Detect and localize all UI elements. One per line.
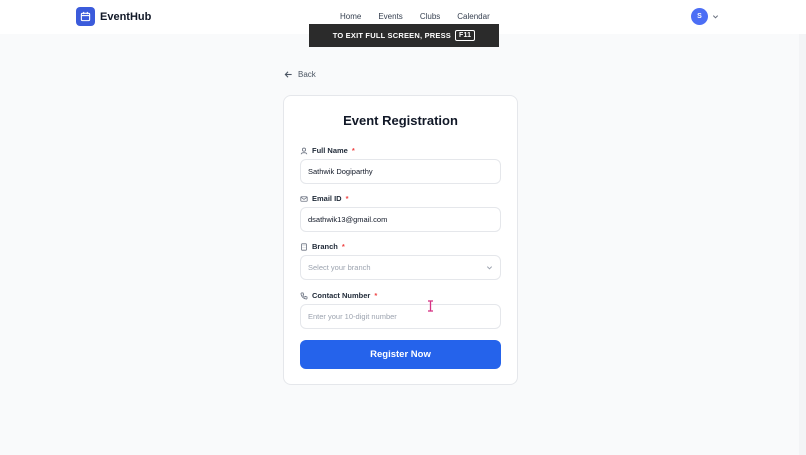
required-marker: * [345,194,349,203]
fullscreen-exit-banner: TO EXIT FULL SCREEN, PRESS F11 [309,24,499,47]
full-name-input[interactable]: Sathwik Dogiparthy [300,159,501,184]
user-menu[interactable]: S [691,8,719,25]
building-icon [300,242,308,251]
email-input[interactable]: dsathwik13@gmail.com [300,207,501,232]
f11-key: F11 [455,30,476,41]
branch-label: Branch * [300,242,345,251]
page-scrollbar[interactable] [799,34,806,455]
contact-label: Contact Number * [300,291,377,300]
mail-icon [300,195,308,203]
fullscreen-banner-text: TO EXIT FULL SCREEN, PRESS [332,31,451,40]
main-nav: Home Events Clubs Calendar [340,12,507,21]
phone-icon [300,292,308,300]
registration-card: Event Registration Full Name * Sathwik D… [283,95,518,385]
contact-input[interactable]: Enter your 10-digit number [300,304,501,329]
nav-home[interactable]: Home [340,12,361,21]
required-marker: * [374,291,378,300]
chevron-down-icon[interactable] [712,13,719,20]
calendar-icon [76,7,95,26]
avatar[interactable]: S [691,8,708,25]
app-name: EventHub [100,10,152,23]
full-name-label: Full Name * [300,146,355,155]
nav-events[interactable]: Events [378,12,402,21]
chevron-down-icon [486,264,493,271]
form-title: Event Registration [343,113,458,128]
arrow-left-icon [284,70,293,79]
required-marker: * [341,242,345,251]
brand[interactable]: EventHub [76,7,151,26]
back-button[interactable]: Back [284,70,316,79]
branch-label-text: Branch [312,242,338,251]
required-marker: * [351,146,355,155]
branch-placeholder: Select your branch [308,263,371,272]
email-label-text: Email ID [312,194,342,203]
email-label: Email ID * [300,194,349,203]
contact-label-text: Contact Number [312,291,371,300]
text-cursor-icon [427,300,434,312]
nav-clubs[interactable]: Clubs [420,12,440,21]
nav-calendar[interactable]: Calendar [457,12,489,21]
register-button[interactable]: Register Now [300,340,501,369]
back-label: Back [298,70,316,79]
full-name-label-text: Full Name [312,146,348,155]
user-icon [300,147,308,155]
branch-select[interactable]: Select your branch [300,255,501,280]
